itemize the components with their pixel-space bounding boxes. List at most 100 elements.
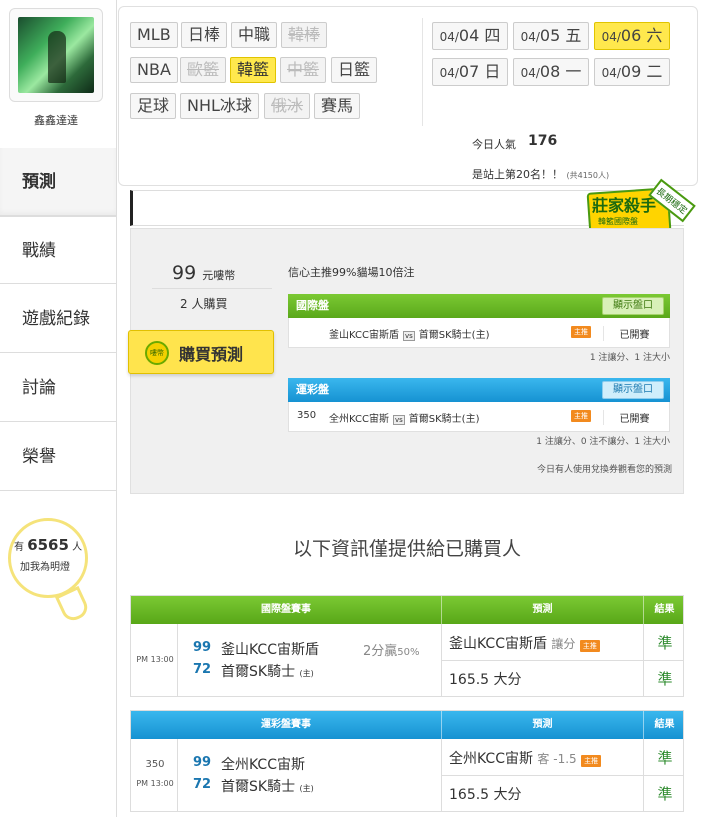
league-kr-baseball: 韓棒 [281,22,328,48]
date-day: 04 [458,26,480,45]
price-unit: 元嘍幣 [202,269,236,282]
market-title: 國際盤 [296,299,329,312]
prediction-spread: 全州KCC宙斯 客 -1.5 主推 [449,748,602,768]
featured-tag: 主推 [581,755,602,767]
popularity-label: 今日人氣 [472,138,516,151]
nav-item-predict[interactable]: 預測 [0,148,116,216]
score-home: 99 [193,755,212,770]
spread-note: 2分贏50% [363,640,420,659]
username[interactable]: 鑫鑫達達 [0,112,112,128]
market-summary: 1 注讓分、0 注不讓分、1 注大小 [536,437,670,447]
date-weekday: 一 [565,62,582,81]
date-day: 08 [539,62,561,81]
buy-button-label: 購買預測 [179,345,244,364]
featured-tag: 主推 [579,640,600,652]
date-md: 04/ [601,66,621,80]
home-team: 釜山KCC宙斯盾 [329,330,399,341]
nav-item-honor[interactable]: 榮譽 [0,423,116,491]
date-day: 06 [620,26,642,45]
league-kr-basketball[interactable]: 韓籃 [230,57,277,83]
lamp-count: 6565 [27,536,69,554]
match-time: PM 13:00 [136,779,174,788]
league-jp-baseball[interactable]: 日棒 [181,22,228,48]
vs-icon: vs [402,331,415,341]
date-day: 09 [620,62,642,81]
avatar[interactable] [18,17,94,93]
show-odds-button[interactable]: 顯示盤口 [602,297,664,315]
badge-title: 莊家殺手 [592,196,657,215]
nav-item-game-log[interactable]: 遊戲紀錄 [0,285,116,353]
price: 99 元嘍幣 [172,262,235,284]
date-day: 05 [539,26,561,45]
team-away-name: 首爾SK騎士 [221,664,296,680]
date-md: 04/ [520,30,540,44]
match-teams: 釜山KCC宙斯盾 vs 首爾SK騎士(主) [329,326,490,341]
match-status: 已開賽 [603,326,665,341]
market-summary: 1 注讓分、1 注大小 [589,353,670,363]
col-match: 運彩盤賽事 [261,719,311,730]
intl-result-table: 國際盤賽事 預測 結果 PM 13:00 99 72 釜山KCC宙斯盾 首爾SK… [130,595,684,697]
intl-market-header: 國際盤 顯示盤口 [288,294,670,318]
league-mlb[interactable]: MLB [130,22,178,48]
nav-item-record[interactable]: 戰績 [0,216,116,284]
match-time: PM 13:00 [136,655,174,664]
lottery-result-table: 運彩盤賽事 預測 結果 350 PM 13:00 99 72 全州KCC宙斯 首… [130,710,684,812]
match-teams: 全州KCC宙斯 vs 首爾SK騎士(主) [329,410,480,425]
buyer-number: 2 [180,297,188,311]
date-weekday: 日 [484,62,501,81]
score-home: 99 [193,640,212,655]
date-0404[interactable]: 04/04 四 [432,22,508,50]
result-total: 準 [657,670,673,688]
date-md: 04/ [601,30,621,44]
filter-divider [422,18,423,126]
away-team: 首爾SK騎士(主) [418,330,490,341]
host-mark: (主) [299,669,314,678]
date-weekday: 六 [646,26,663,45]
confidence-text: 信心主推99%貓場10倍注 [288,266,415,279]
market-row: 350 全州KCC宙斯 vs 首爾SK騎士(主) 主推 已開賽 [288,402,670,432]
badge-subtitle: 韓籃國際盤 [598,217,638,226]
host-mark: (主) [299,784,314,793]
date-weekday: 四 [484,26,501,45]
spread-percent: 50% [397,647,420,658]
away-team: 首爾SK騎士(主) [408,414,480,425]
date-0409[interactable]: 04/09 二 [594,58,670,86]
league-soccer[interactable]: 足球 [130,93,177,119]
date-weekday: 二 [646,62,663,81]
pred-type: 客 -1.5 [537,752,577,766]
match-status: 已開賽 [603,410,665,425]
date-md: 04/ [439,30,459,44]
buyer-unit: 人購買 [191,297,228,311]
lamp-follow-button[interactable]: 有 6565 人 加我為明燈 [8,518,92,625]
nav-item-discussion[interactable]: 討論 [0,354,116,422]
show-odds-button[interactable]: 顯示盤口 [602,381,664,399]
prediction-total: 165.5 大分 [449,672,522,688]
exchange-note: 今日有人使用兌換券觀看您的預測 [536,465,672,475]
col-result: 結果 [643,596,685,624]
pred-type: 讓分 [551,637,576,651]
match-number: 350 [297,410,317,421]
home-team: 全州KCC宙斯 [329,414,389,425]
date-0405[interactable]: 04/05 五 [513,22,589,50]
league-nhl[interactable]: NHL冰球 [180,93,259,119]
league-jp-basketball[interactable]: 日籃 [331,57,378,83]
date-weekday: 五 [565,26,582,45]
pred-team: 釜山KCC宙斯盾 [449,636,547,652]
buy-prediction-button[interactable]: 嘍幣 購買預測 [128,330,274,374]
date-0408[interactable]: 04/08 一 [513,58,589,86]
rank-text: 是站上第20名！！ (共4150人) [472,166,609,182]
score-away: 72 [193,777,212,792]
match-number: 350 [145,759,165,770]
league-cpbl[interactable]: 中職 [231,22,278,48]
league-eu-basketball: 歐籃 [180,57,227,83]
col-result: 結果 [643,711,685,739]
league-horse-racing[interactable]: 賽馬 [314,93,361,119]
date-0407[interactable]: 04/07 日 [432,58,508,86]
result-spread: 準 [657,634,673,652]
popularity-value: 176 [528,133,558,149]
date-md: 04/ [520,66,540,80]
league-nba[interactable]: NBA [130,57,178,83]
date-0406[interactable]: 04/06 六 [594,22,670,50]
col-prediction: 預測 [441,711,643,739]
avatar-frame[interactable] [9,8,103,102]
